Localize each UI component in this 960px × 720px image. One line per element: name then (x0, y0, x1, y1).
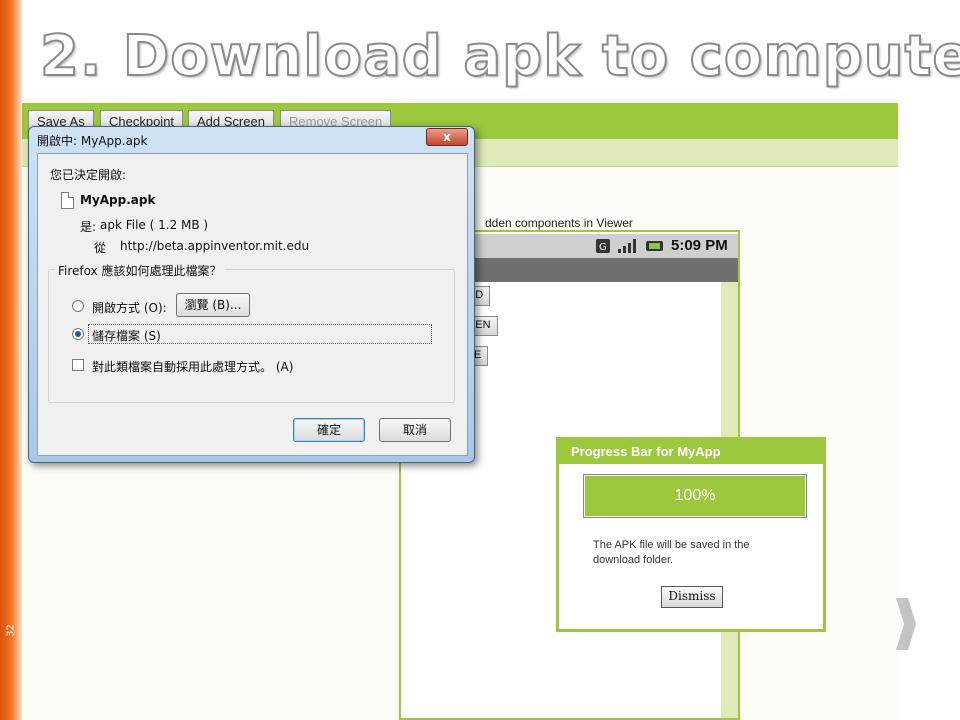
file-type-value: apk File ( 1.2 MB ) (100, 218, 209, 232)
handling-question: Firefox 應該如何處理此檔案？ (55, 262, 225, 279)
dialog-intro: 您已決定開啟: (50, 168, 127, 182)
progress-bar: 100% (583, 474, 807, 518)
dialog-body: 您已決定開啟: MyApp.apk 是: apk File ( 1.2 MB )… (37, 153, 468, 456)
file-type-label: 是: (80, 220, 97, 234)
close-button[interactable]: x (426, 128, 468, 146)
save-file-radio[interactable] (72, 328, 84, 340)
progress-message: The APK file will be saved in the downlo… (593, 539, 750, 566)
ok-button[interactable]: 確定 (293, 418, 365, 442)
auto-handle-checkbox[interactable] (72, 359, 84, 371)
file-icon (61, 192, 74, 209)
gps-icon: G (596, 239, 610, 253)
next-chevron-icon[interactable] (894, 596, 918, 652)
slide-side-bar: 32 (0, 0, 22, 720)
open-with-label: 開啟方式 (O): (92, 301, 167, 315)
slide-title: 2. Download apk to computer (39, 23, 960, 90)
hidden-components-label: dden components in Viewer (485, 216, 633, 230)
progress-dialog: Progress Bar for MyApp 100% The APK file… (556, 437, 826, 632)
browse-button[interactable]: 瀏覽 (B)... (176, 293, 250, 317)
auto-handle-label: 對此類檔案自動採用此處理方式。 (A) (92, 360, 294, 374)
battery-icon (646, 241, 663, 251)
dialog-title: 開啟中: MyApp.apk (37, 134, 148, 148)
progress-dialog-title: Progress Bar for MyApp (559, 440, 823, 464)
firefox-open-dialog: 開啟中: MyApp.apk x 您已決定開啟: MyApp.apk 是: ap… (28, 126, 475, 463)
phone-clock: 5:09 PM (671, 237, 728, 254)
slide-side-number: 32 (5, 624, 17, 637)
signal-icon (618, 239, 636, 253)
open-with-radio[interactable] (72, 300, 84, 312)
file-source-label: 從 (94, 241, 107, 255)
dismiss-button[interactable]: Dismiss (661, 586, 723, 608)
cancel-button[interactable]: 取消 (379, 418, 451, 442)
progress-percent: 100% (674, 487, 716, 504)
file-name: MyApp.apk (80, 193, 156, 207)
save-file-label: 儲存檔案 (S) (92, 329, 161, 343)
file-source-url: http://beta.appinventor.mit.edu (120, 239, 310, 253)
svg-text:G: G (599, 242, 607, 253)
